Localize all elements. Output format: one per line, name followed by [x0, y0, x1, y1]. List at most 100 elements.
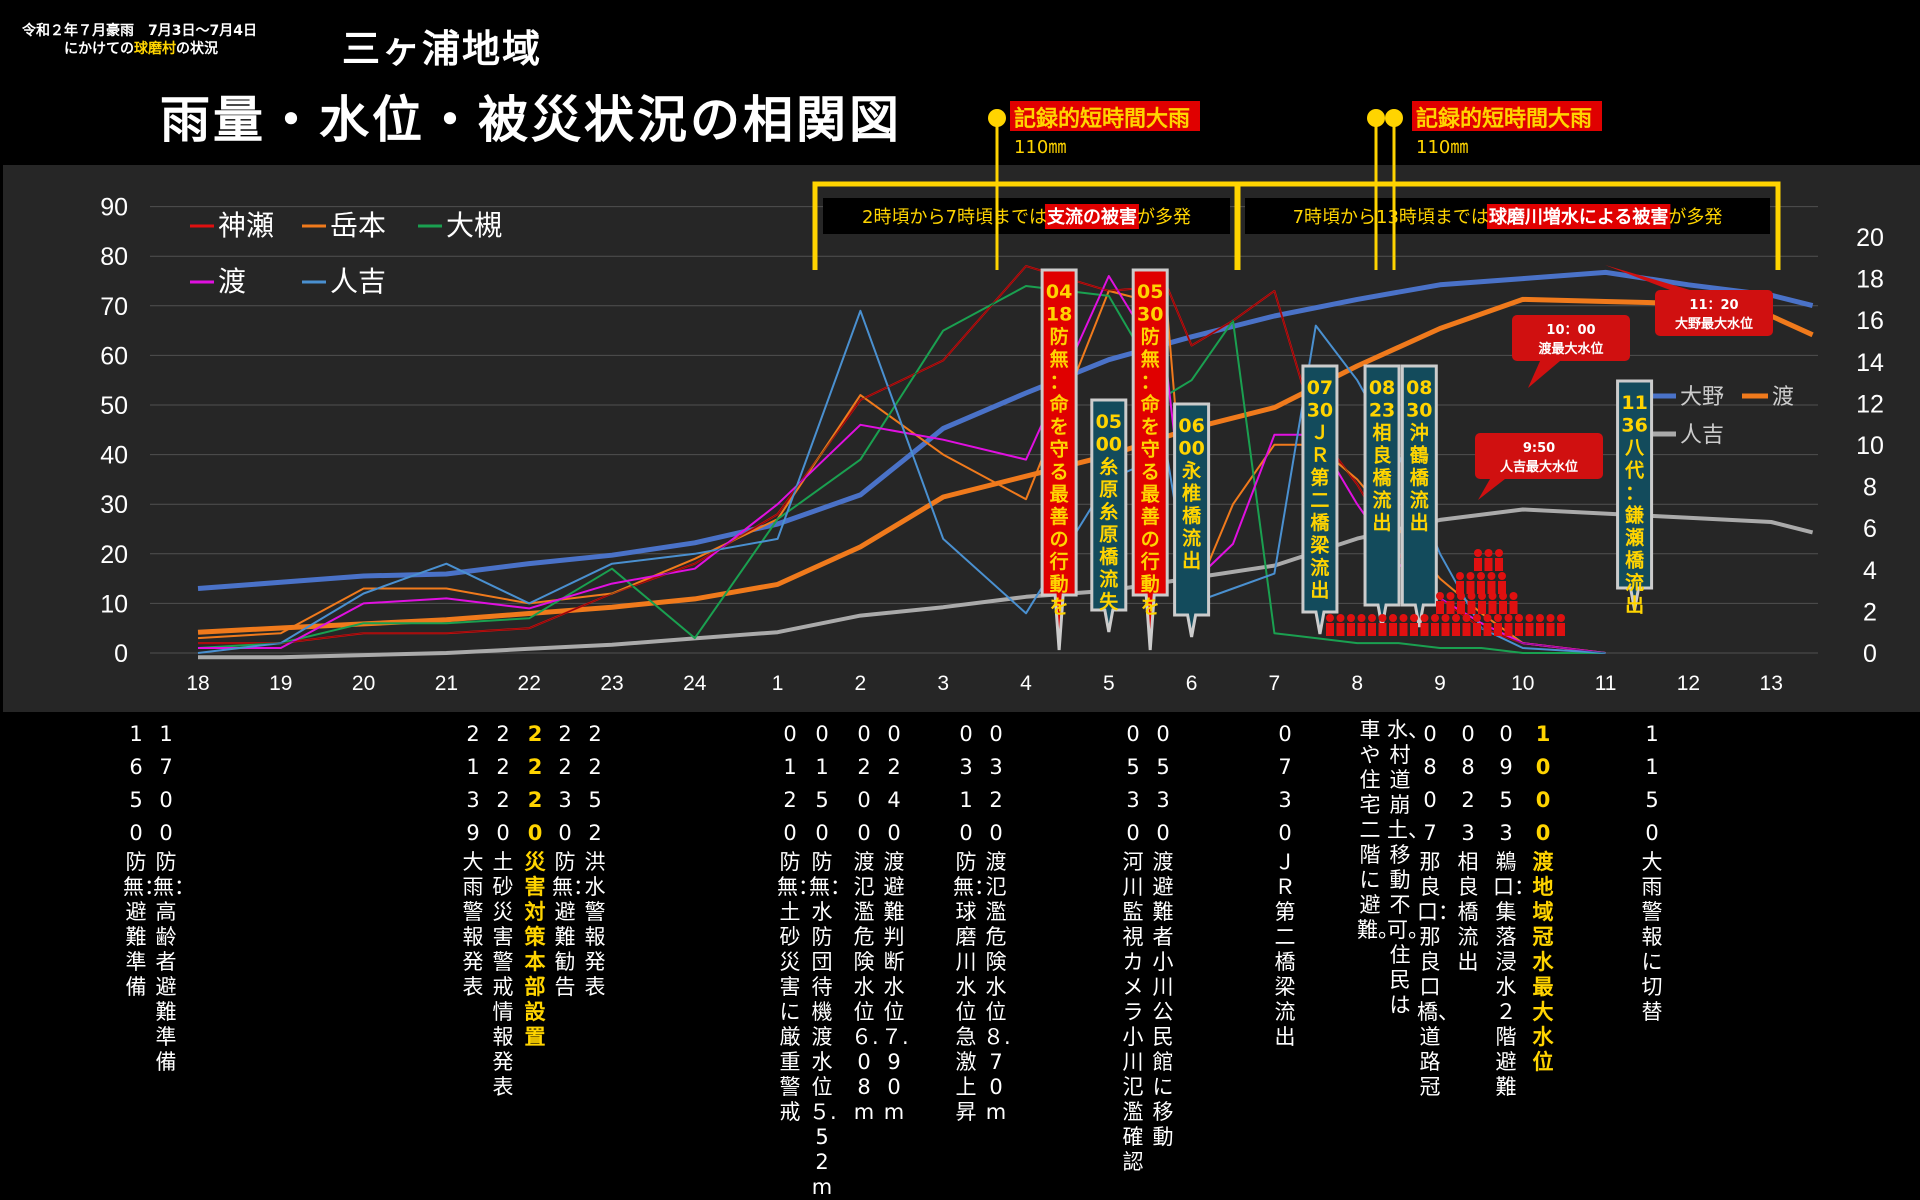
- callout-char: 橋: [1373, 466, 1393, 489]
- timeline-text: ＪＲ第二橋梁流出: [1274, 850, 1296, 1049]
- callout-char: る: [1050, 461, 1069, 483]
- callout-char: 代: [1624, 460, 1644, 482]
- person-icon: [1462, 614, 1471, 622]
- person-icon: [1546, 623, 1555, 636]
- x-tick-label: 23: [600, 672, 623, 695]
- callout-char: 動: [1050, 574, 1069, 596]
- x-tick-label: 2: [855, 672, 867, 695]
- timeline-minute: 23: [1461, 788, 1475, 845]
- callout-char: 第: [1310, 466, 1329, 489]
- callout-char: 守: [1050, 438, 1069, 461]
- max-label-text: 大野最大水位: [1675, 316, 1753, 332]
- right-tick-label: 2: [1863, 598, 1877, 626]
- person-icon: [1467, 601, 1476, 614]
- callout-char: 00: [1096, 434, 1122, 456]
- timeline-text: 防無：避難勧告: [552, 850, 594, 999]
- person-icon: [1347, 623, 1355, 636]
- timeline-text: 防無：球磨川水位急激上昇: [953, 850, 995, 1124]
- legend-label: 人吉: [330, 265, 386, 298]
- timeline-hour: 05: [1126, 722, 1140, 779]
- timeline-hour: 05: [1156, 722, 1170, 779]
- callout-5: 0730ＪＲ第二橋梁流出: [1301, 364, 1339, 635]
- person-icon: [1368, 623, 1376, 636]
- x-tick-label: 20: [352, 672, 375, 695]
- timeline-event: 22 30 防無：避難勧告: [552, 718, 594, 1000]
- timeline-event: 07 30 ＪＲ第二橋梁流出: [1272, 718, 1298, 1050]
- timeline-text: 防無：水防団待機渡水位５.52m: [809, 850, 851, 1199]
- person-icon: [1378, 623, 1387, 636]
- timeline-minute: 52: [588, 788, 602, 845]
- callout-char: 05: [1096, 411, 1122, 433]
- left-tick-label: 0: [114, 640, 128, 668]
- callout-8: 1136八代：鎌瀬橋流出: [1616, 379, 1654, 617]
- callout-char: 橋: [1099, 545, 1119, 568]
- x-tick-label: 5: [1103, 672, 1115, 695]
- event-amount: 110㎜: [1014, 137, 1066, 158]
- callout-char: 失: [1099, 590, 1119, 613]
- left-tick-label: 50: [100, 392, 128, 420]
- callout-char: 流: [1099, 568, 1118, 591]
- timeline-hour: 03: [959, 722, 973, 779]
- max-label-time: 9:50: [1523, 441, 1555, 456]
- legend-label: 人吉: [1680, 423, 1724, 448]
- left-tick-label: 40: [100, 442, 128, 470]
- person-icon: [1452, 614, 1460, 622]
- person-icon: [1499, 601, 1507, 614]
- callout-char: 無: [1141, 348, 1160, 371]
- left-tick-label: 10: [100, 590, 128, 618]
- person-icon: [1483, 623, 1492, 636]
- timeline-event: 01 20 防無：土砂災害に厳重警戒: [777, 718, 819, 1125]
- person-icon: [1431, 623, 1439, 636]
- timeline-hour: 08: [1423, 722, 1437, 779]
- callout-char: ：: [1625, 482, 1644, 504]
- callout-char: 行: [1140, 550, 1160, 573]
- event-pin-head: [1367, 109, 1385, 127]
- person-icon: [1326, 614, 1334, 622]
- timeline-hour: 16: [129, 722, 143, 779]
- bracket-label: 2時頃から7時頃までは支流の被害が多発: [862, 206, 1191, 228]
- callout-char: の: [1141, 529, 1160, 551]
- timeline-text: 防無：高齢者避難準備: [153, 850, 195, 1074]
- callout-2: 0500糸原糸原橋流失: [1090, 398, 1128, 633]
- right-tick-label: 14: [1856, 349, 1884, 377]
- timeline-minute: 30: [1156, 788, 1170, 845]
- x-tick-label: 6: [1186, 672, 1198, 695]
- timeline-event: 08 07 那良口：那良口橋、道路冠: [1417, 718, 1459, 1100]
- timeline-hour: 22: [588, 722, 602, 779]
- timeline-event: 10 00 渡地域冠水最大水位: [1530, 718, 1556, 1075]
- timeline-event: 05 30 河川監視カメラ小川氾濫確認: [1120, 718, 1146, 1175]
- person-icon: [1357, 614, 1366, 622]
- timeline-minute: 00: [159, 788, 173, 845]
- timeline-minute: 20: [527, 788, 543, 845]
- timeline-hour: 22: [558, 722, 572, 779]
- timeline-event: 03 10 防無：球磨川水位急激上昇: [953, 718, 995, 1125]
- timeline-minute: 50: [1645, 788, 1659, 845]
- person-icon: [1368, 614, 1376, 622]
- timeline-event: 16 50 防無：避難準備: [123, 718, 165, 1000]
- callout-char: 永: [1181, 459, 1202, 482]
- person-icon: [1477, 572, 1485, 580]
- callout-char: 流: [1410, 489, 1429, 512]
- left-tick-label: 90: [100, 194, 128, 222]
- timeline-event: 21 39 大雨警報発表: [460, 718, 486, 1000]
- timeline-text: 渡氾濫危険水位６.08m: [851, 850, 879, 1124]
- right-tick-label: 10: [1856, 432, 1884, 460]
- callout-char: Ｒ: [1310, 445, 1329, 467]
- timeline-minute: 00: [857, 788, 871, 845]
- callout-char: を: [1141, 416, 1160, 438]
- right-tick-label: 6: [1863, 515, 1877, 543]
- callout-char: 善: [1141, 505, 1160, 528]
- callout-char: 08: [1369, 377, 1395, 399]
- person-icon: [1474, 558, 1482, 571]
- person-icon: [1515, 623, 1523, 636]
- person-icon: [1441, 623, 1450, 636]
- max-label-text: 人吉最大水位: [1500, 459, 1578, 475]
- callout-char: 糸: [1099, 500, 1118, 523]
- timeline-text: 河川監視カメラ小川氾濫確認: [1122, 850, 1144, 1174]
- person-icon: [1466, 581, 1475, 594]
- timeline-event: 17 00 防無：高齢者避難準備: [153, 718, 195, 1075]
- timeline-minute: 20: [496, 788, 510, 845]
- person-icon: [1474, 549, 1482, 557]
- timeline-hour: 22: [496, 722, 510, 779]
- person-icon: [1498, 581, 1506, 594]
